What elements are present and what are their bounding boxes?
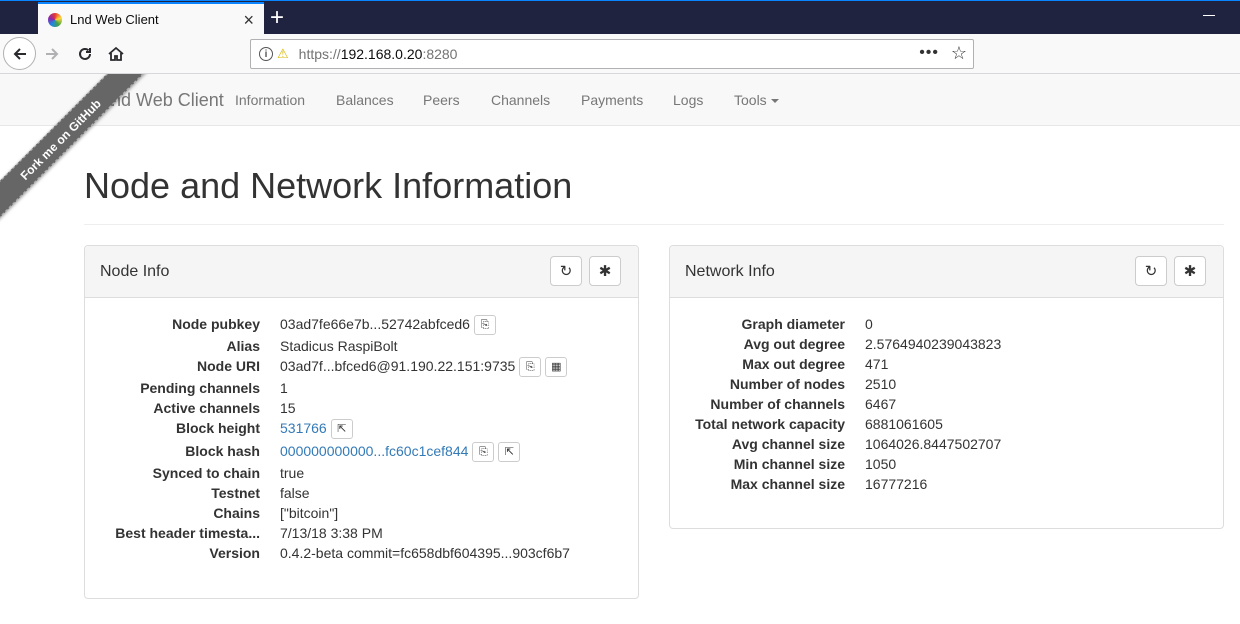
lock-warning-icon[interactable]: ⚠ xyxy=(277,46,289,62)
asterisk-icon: ✱ xyxy=(598,263,612,280)
network-info-row: Number of channels 6467 xyxy=(0,394,1240,414)
back-icon[interactable] xyxy=(3,37,36,70)
settings-button[interactable]: ✱ xyxy=(1174,256,1206,286)
refresh-icon: ↻ xyxy=(1144,263,1158,280)
browser-tab-bar: Lnd Web Client × + xyxy=(0,0,1240,35)
minimize-icon[interactable] xyxy=(1203,15,1215,16)
network-info-value: 6467 xyxy=(865,394,896,414)
network-info-title: Network Info xyxy=(685,263,775,280)
app-navbar: Lnd Web Client Information Balances Peer… xyxy=(0,74,1240,126)
network-info-row: Min channel size 1050 xyxy=(0,454,1240,474)
nav-item-information[interactable]: Information xyxy=(235,92,305,108)
node-info-heading: Node Info ↻ ✱ xyxy=(85,246,638,298)
network-info-label: Avg channel size xyxy=(731,436,845,452)
nav-item-peers[interactable]: Peers xyxy=(423,92,460,108)
refresh-button[interactable]: ↻ xyxy=(550,256,582,286)
node-info-value: 7/13/18 3:38 PM xyxy=(280,523,383,543)
asterisk-icon: ✱ xyxy=(1183,263,1197,280)
browser-tab[interactable]: Lnd Web Client × xyxy=(38,2,264,35)
fork-me-ribbon[interactable]: Fork me on GitHub xyxy=(0,74,147,224)
forward-icon[interactable] xyxy=(36,38,68,70)
network-info-value-text: 1064026.8447502707 xyxy=(865,436,1002,452)
more-icon[interactable]: ••• xyxy=(919,44,939,62)
network-info-value: 2.5764940239043823 xyxy=(865,334,1001,354)
page-title: Node and Network Information xyxy=(84,165,573,206)
network-info-value: 1064026.8447502707 xyxy=(865,434,1001,454)
new-tab-icon[interactable]: + xyxy=(270,3,284,33)
network-info-value-text: 0 xyxy=(865,316,873,332)
nav-item-logs[interactable]: Logs xyxy=(673,92,703,108)
tools-label: Tools xyxy=(734,92,767,108)
refresh-icon: ↻ xyxy=(559,263,573,280)
url-port: :8280 xyxy=(422,46,458,62)
node-info-value-text: 0.4.2-beta commit=fc658dbf604395...903cf… xyxy=(280,545,570,561)
home-icon[interactable] xyxy=(100,38,132,70)
network-info-value: 0 xyxy=(865,314,873,334)
network-info-label: Max channel size xyxy=(730,476,845,492)
network-info-value-text: 2.5764940239043823 xyxy=(865,336,1002,352)
node-info-row: Version 0.4.2-beta commit=fc658dbf604395.… xyxy=(0,543,1240,563)
nav-item-channels[interactable]: Channels xyxy=(491,92,550,108)
info-icon[interactable]: i xyxy=(259,47,273,61)
url-protocol: https:// xyxy=(298,46,341,62)
network-info-row: Avg channel size 1064026.8447502707 xyxy=(0,434,1240,454)
node-info-value: ["bitcoin"] xyxy=(280,503,338,523)
network-info-row: Max channel size 16777216 xyxy=(0,474,1240,494)
github-ribbon-wrapper: Fork me on GitHub xyxy=(0,74,150,224)
network-info-value: 471 xyxy=(865,354,888,374)
reload-icon[interactable] xyxy=(69,38,101,70)
network-info-row: Total network capacity 6881061605 xyxy=(0,414,1240,434)
network-info-label: Total network capacity xyxy=(695,416,845,432)
caret-down-icon xyxy=(770,99,779,104)
node-info-label: Chains xyxy=(213,505,260,521)
network-info-heading: Network Info ↻ ✱ xyxy=(670,246,1223,298)
node-info-label: Version xyxy=(209,545,260,561)
network-info-value-text: 6467 xyxy=(865,396,897,412)
close-icon[interactable]: × xyxy=(243,11,254,29)
network-info-label: Avg out degree xyxy=(743,336,845,352)
network-info-label: Number of nodes xyxy=(729,376,845,392)
node-info-label: Best header timesta... xyxy=(115,525,260,541)
bookmark-star-icon[interactable]: ☆ xyxy=(951,43,967,64)
network-info-row: Avg out degree 2.5764940239043823 xyxy=(0,334,1240,354)
node-info-value: 0.4.2-beta commit=fc658dbf604395...903cf… xyxy=(280,543,570,563)
network-info-value-text: 1050 xyxy=(865,456,897,472)
url-host: 192.168.0.20 xyxy=(340,46,423,62)
nav-item-balances[interactable]: Balances xyxy=(336,92,394,108)
network-info-value-text: 6881061605 xyxy=(865,416,943,432)
favicon-icon xyxy=(48,12,62,27)
nav-item-tools[interactable]: Tools xyxy=(734,92,779,108)
nav-item-payments[interactable]: Payments xyxy=(581,92,643,108)
url-bar[interactable]: i ⚠ https://192.168.0.20:8280 ••• ☆ xyxy=(250,39,974,69)
node-info-title: Node Info xyxy=(100,263,170,280)
network-info-row: Number of nodes 2510 xyxy=(0,374,1240,394)
node-info-value-text: 7/13/18 3:38 PM xyxy=(280,525,383,541)
network-info-value: 16777216 xyxy=(865,474,927,494)
network-info-row: Max out degree 471 xyxy=(0,354,1240,374)
network-info-label: Max out degree xyxy=(742,356,845,372)
settings-button[interactable]: ✱ xyxy=(589,256,621,286)
tab-title: Lnd Web Client xyxy=(70,12,159,27)
refresh-button[interactable]: ↻ xyxy=(1135,256,1167,286)
network-info-label: Min channel size xyxy=(733,456,845,472)
network-info-label: Number of channels xyxy=(710,396,845,412)
network-info-value-text: 2510 xyxy=(865,376,897,392)
network-info-row: Graph diameter 0 xyxy=(0,314,1240,334)
network-info-value: 2510 xyxy=(865,374,896,394)
network-info-value: 6881061605 xyxy=(865,414,943,434)
browser-toolbar: i ⚠ https://192.168.0.20:8280 ••• ☆ xyxy=(0,34,1240,74)
network-info-value-text: 471 xyxy=(865,356,889,372)
network-info-value-text: 16777216 xyxy=(865,476,928,492)
network-info-value: 1050 xyxy=(865,454,896,474)
network-info-label: Graph diameter xyxy=(741,316,845,332)
page-divider xyxy=(84,224,1224,225)
node-info-value-text: ["bitcoin"] xyxy=(280,505,339,521)
